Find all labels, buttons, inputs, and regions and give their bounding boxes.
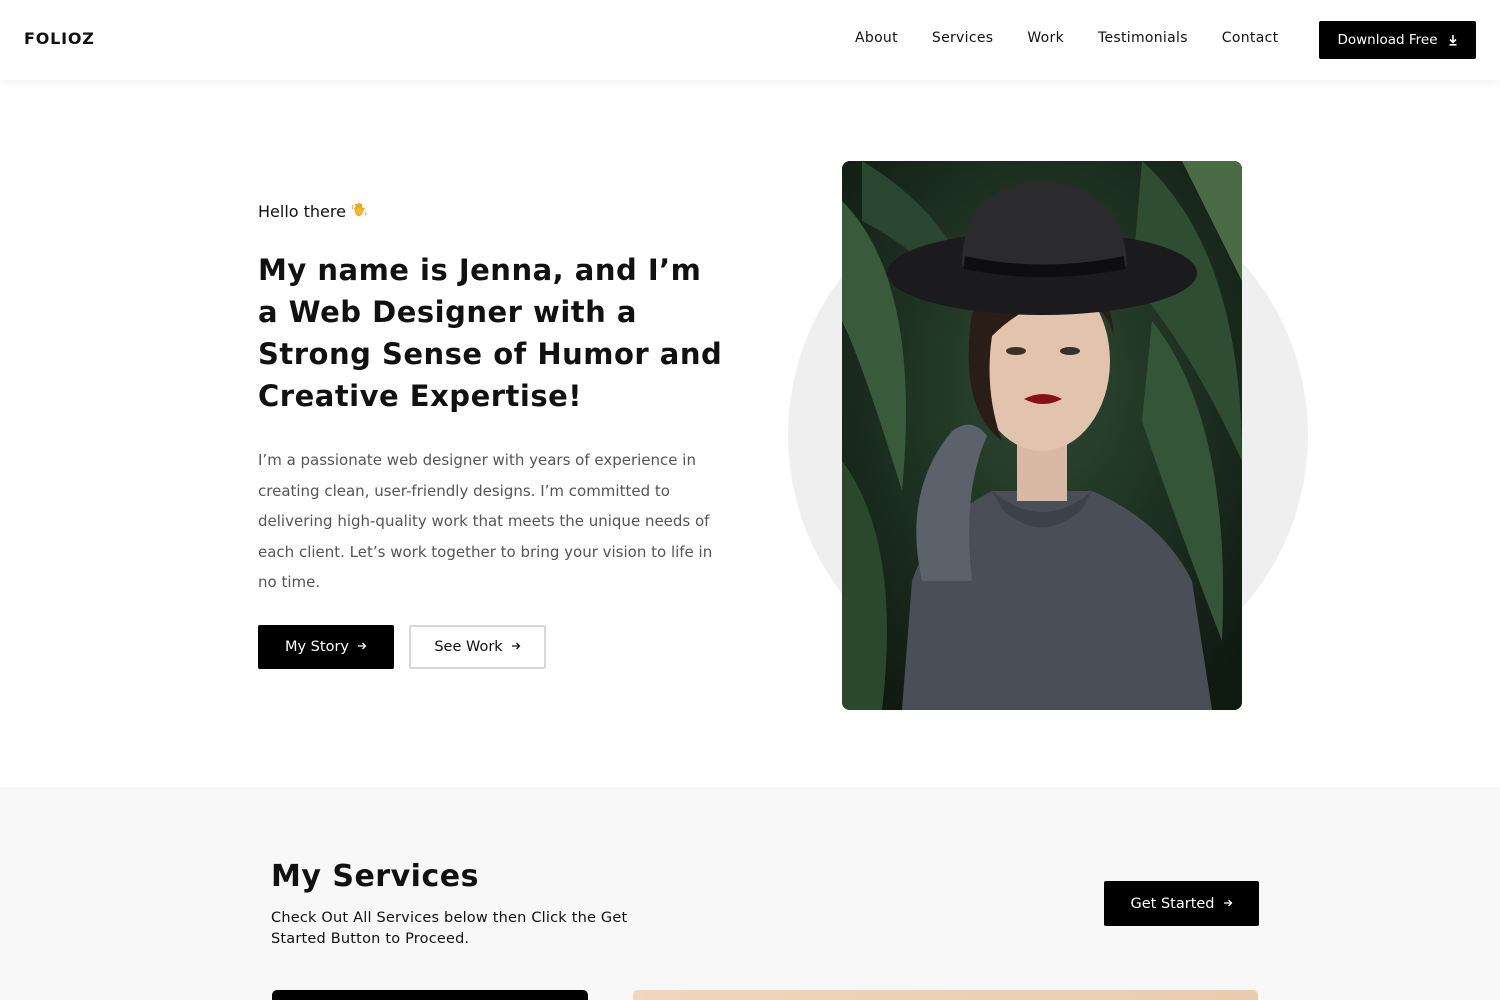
nav-link-testimonials[interactable]: Testimonials (1098, 30, 1188, 46)
portrait-photo (842, 161, 1242, 710)
nav-link-contact[interactable]: Contact (1222, 30, 1279, 46)
greeting-text: Hello there (258, 202, 346, 221)
services-section (0, 787, 1500, 1000)
waving-hand-icon (351, 201, 368, 222)
site-header: FOLIOZ About Services Work Testimonials … (0, 0, 1500, 80)
hero-greeting: Hello there (258, 201, 368, 222)
get-started-label: Get Started (1130, 895, 1215, 912)
get-started-button[interactable]: Get Started (1104, 881, 1259, 926)
my-story-label: My Story (284, 639, 349, 655)
nav-link-about[interactable]: About (855, 30, 898, 46)
download-icon (1448, 34, 1458, 46)
nav-link-work[interactable]: Work (1027, 30, 1064, 46)
main-nav: About Services Work Testimonials Contact (855, 30, 1278, 46)
arrow-right-icon (511, 640, 521, 654)
see-work-button[interactable]: See Work (409, 625, 546, 669)
hero-intro: I’m a passionate web designer with years… (258, 451, 713, 591)
services-subtitle: Check Out All Services below then Click … (271, 910, 628, 947)
arrow-right-icon (357, 640, 367, 654)
services-title: My Services (271, 859, 479, 894)
see-work-label: See Work (434, 639, 503, 655)
my-story-button[interactable]: My Story (258, 625, 394, 669)
service-card[interactable] (272, 990, 588, 1000)
hero-headline: My name is Jenna, and I’m a Web Designer… (258, 253, 723, 413)
download-button-label: Download Free (1337, 32, 1438, 48)
site-logo[interactable]: FOLIOZ (24, 29, 95, 48)
arrow-right-icon (1223, 897, 1233, 911)
nav-link-services[interactable]: Services (932, 30, 993, 46)
service-image-card[interactable] (633, 990, 1258, 1000)
download-free-button[interactable]: Download Free (1319, 21, 1476, 59)
